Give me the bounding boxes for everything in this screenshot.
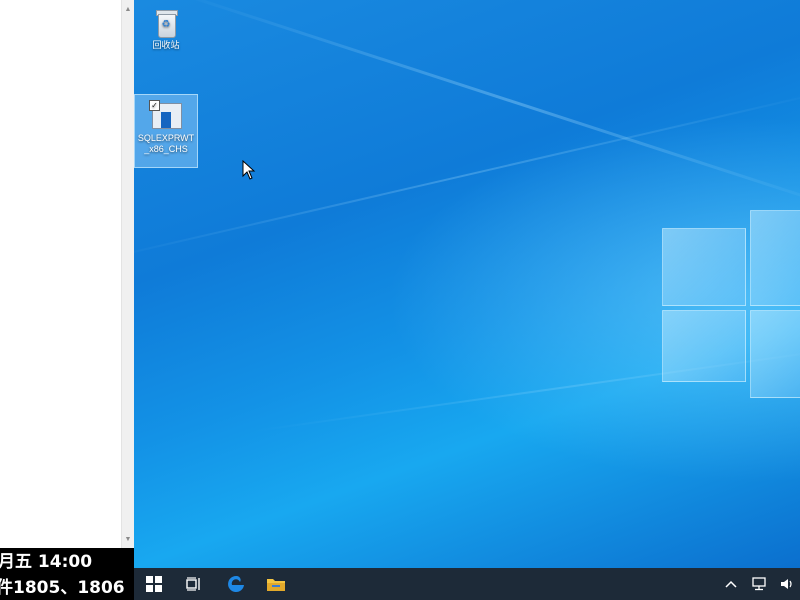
logo-pane (750, 310, 800, 398)
logo-pane (662, 228, 746, 306)
taskbar (134, 568, 800, 600)
desktop-icon-label-line2: _x86_CHS (144, 144, 188, 154)
selection-checkbox-icon[interactable]: ✓ (149, 100, 160, 111)
edge-browser-icon (228, 575, 244, 592)
desktop-icon-recycle-bin[interactable]: ♻ 回收站 (134, 6, 198, 51)
edge-taskbar-button[interactable] (216, 568, 256, 600)
app-window-frame: ✓ (149, 100, 182, 129)
volume-button[interactable] (780, 574, 794, 594)
start-button[interactable] (134, 568, 174, 600)
app-blue-block (161, 112, 171, 128)
speaker-icon (781, 579, 792, 589)
network-button[interactable] (752, 574, 766, 594)
video-caption: 月五 14:00 件1805、1806 (0, 548, 134, 600)
file-explorer-taskbar-button[interactable] (256, 568, 296, 600)
desktop[interactable]: ♻ 回收站 ✓ SQLEXPRWT _x86_CHS (134, 0, 800, 568)
system-tray (724, 568, 800, 600)
vertical-scrollbar[interactable]: ▲ ▼ (121, 0, 134, 548)
recycle-symbol: ♻ (161, 19, 171, 30)
recycle-bin-icon: ♻ (149, 6, 183, 40)
task-view-icon (186, 577, 200, 591)
task-view-button[interactable] (174, 568, 214, 600)
windows-logo-wallpaper (662, 210, 800, 398)
scroll-down-arrow[interactable]: ▼ (122, 532, 134, 546)
desktop-icon-label-line1: SQLEXPRWT (137, 133, 195, 143)
mouse-cursor-icon (242, 160, 256, 180)
chevron-up-icon (725, 580, 737, 588)
logo-pane (662, 310, 746, 382)
folder-icon (267, 579, 285, 591)
caption-line-1: 月五 14:00 (0, 552, 93, 572)
desktop-icon-label: 回收站 (152, 40, 180, 50)
show-hidden-icons-button[interactable] (724, 574, 738, 594)
light-beam (173, 0, 800, 216)
windows-start-icon (146, 576, 162, 592)
installer-icon: ✓ (149, 99, 183, 133)
logo-pane (750, 210, 800, 306)
scroll-up-arrow[interactable]: ▲ (122, 2, 134, 16)
network-icon (752, 577, 766, 591)
left-window-pane (0, 0, 122, 548)
screen: ▲ ▼ ♻ 回收站 ✓ SQLEXPRWT _x86_CHS 月五 14:00 … (0, 0, 800, 600)
desktop-icon-sqlexprwt[interactable]: ✓ SQLEXPRWT _x86_CHS (134, 94, 198, 168)
caption-line-2: 件1805、1806 (0, 578, 125, 598)
